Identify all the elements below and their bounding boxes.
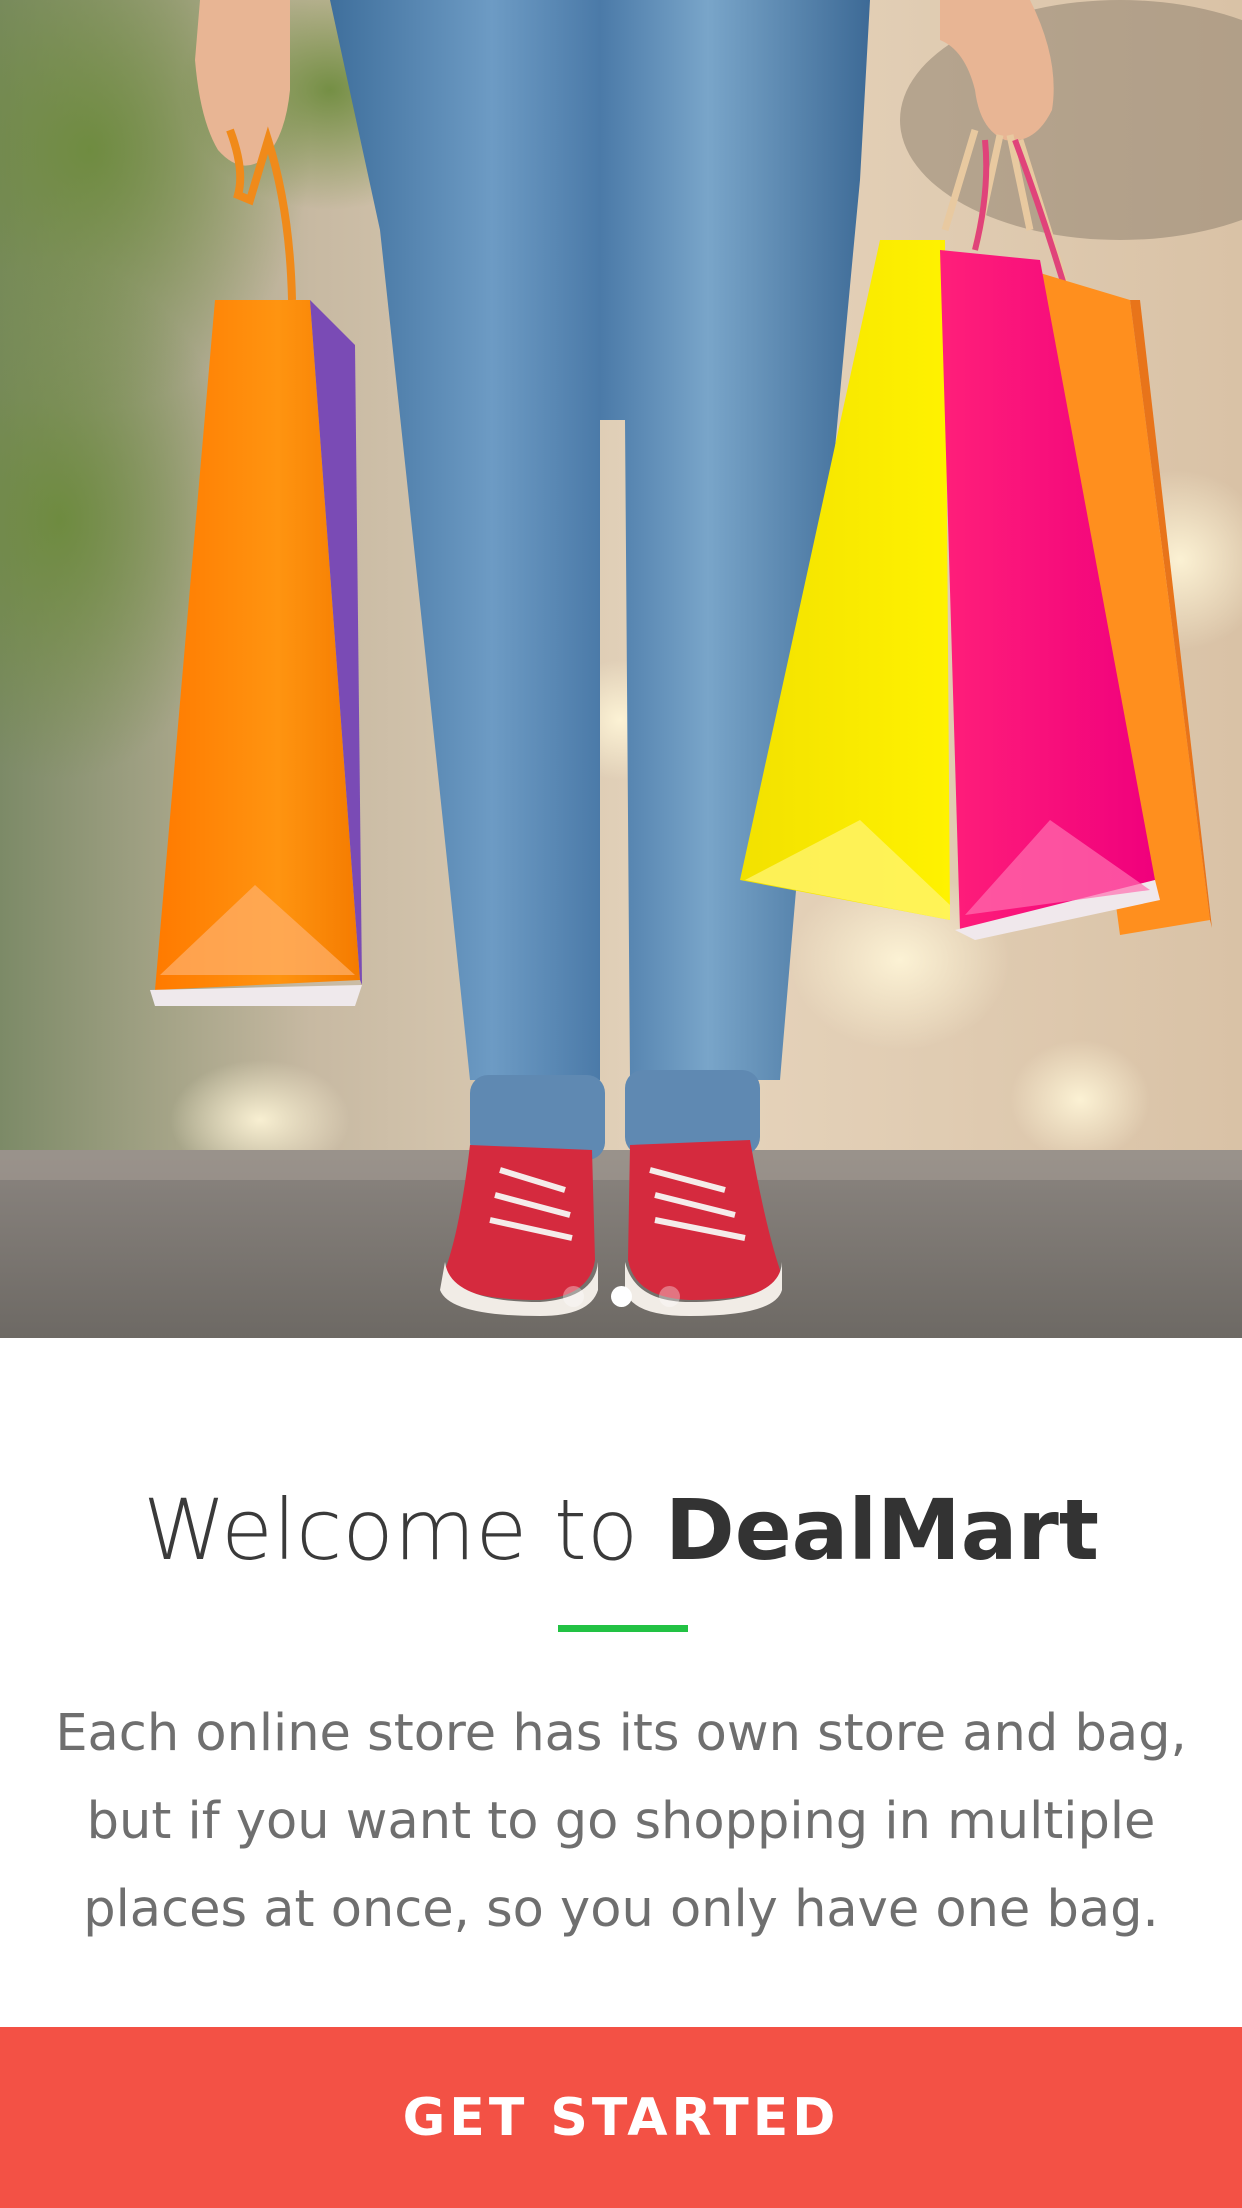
welcome-title: Welcome to DealMart bbox=[0, 1475, 1242, 1585]
brand-name: DealMart bbox=[664, 1481, 1099, 1579]
hero-image bbox=[0, 0, 1242, 1338]
shopping-bags-illustration bbox=[0, 0, 1242, 1338]
onboarding-description: Each online store has its own store and … bbox=[55, 1704, 1187, 1939]
page-dot-1[interactable] bbox=[562, 1286, 584, 1307]
title-prefix: Welcome to bbox=[143, 1481, 639, 1579]
page-dot-2-active[interactable] bbox=[610, 1286, 632, 1307]
page-dot-3[interactable] bbox=[658, 1286, 680, 1307]
onboarding-screen: Welcome to DealMart Each online store ha… bbox=[0, 0, 1242, 2208]
title-underline-divider bbox=[558, 1625, 688, 1632]
page-indicator bbox=[0, 1286, 1242, 1307]
get-started-button[interactable]: GET STARTED bbox=[0, 2027, 1242, 2208]
